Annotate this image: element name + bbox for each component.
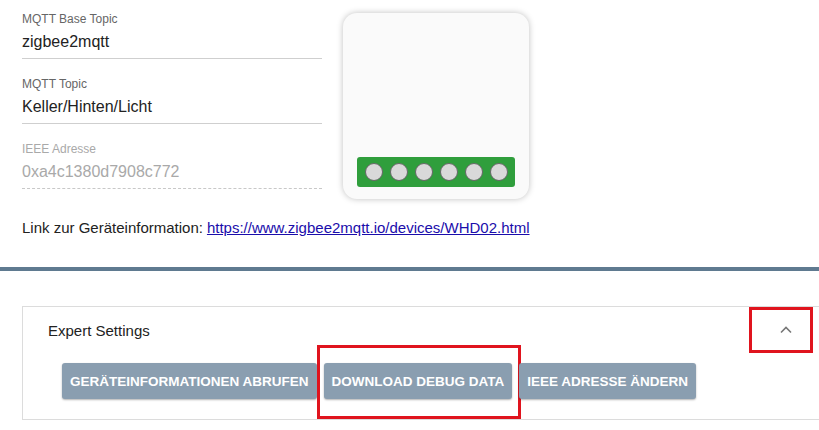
button-wrapper: IEEE ADRESSE ÄNDERN — [519, 363, 696, 399]
field-value: Keller/Hinten/Licht — [22, 97, 322, 117]
device-info-label: Link zur Geräteinformation: — [22, 219, 203, 236]
field-label: IEEE Adresse — [22, 142, 322, 156]
screw-icon — [365, 163, 383, 181]
field-value: 0xa4c1380d7908c772 — [22, 162, 322, 182]
device-info-link[interactable]: https://www.zigbee2mqtt.io/devices/WHD02… — [207, 219, 530, 236]
screw-icon — [440, 163, 458, 181]
device-info-line: Link zur Geräteinformation:https://www.z… — [0, 218, 819, 238]
field-list: MQTT Base Topic zigbee2mqtt MQTT Topic Kell… — [22, 0, 322, 189]
field-label: MQTT Topic — [22, 77, 322, 91]
expert-button[interactable]: IEEE ADRESSE ÄNDERN — [519, 363, 696, 399]
expert-button-row: GERÄTEINFORMATIONEN ABRUFENDOWNLOAD DEBU… — [23, 353, 819, 419]
button-wrapper: DOWNLOAD DEBUG DATA — [324, 363, 513, 399]
collapse-toggle[interactable] — [773, 317, 799, 343]
button-wrapper: GERÄTEINFORMATIONEN ABRUFEN — [62, 363, 317, 399]
section-divider — [0, 267, 819, 271]
device-image — [336, 6, 536, 206]
field-value: zigbee2mqtt — [22, 32, 322, 52]
field-label: MQTT Base Topic — [22, 12, 322, 26]
text-field: IEEE Adresse 0xa4c1380d7908c772 — [22, 142, 322, 189]
screw-icon — [415, 163, 433, 181]
screw-icon — [465, 163, 483, 181]
expert-button[interactable]: GERÄTEINFORMATIONEN ABRUFEN — [62, 363, 317, 399]
screw-icon — [390, 163, 408, 181]
text-field[interactable]: MQTT Topic Keller/Hinten/Licht — [22, 77, 322, 124]
device-settings-page: MQTT Base Topic zigbee2mqtt MQTT Topic Kell… — [0, 0, 819, 430]
highlight-box — [749, 307, 813, 353]
device-top-section: MQTT Base Topic zigbee2mqtt MQTT Topic Kell… — [0, 0, 819, 206]
expert-button[interactable]: DOWNLOAD DEBUG DATA — [324, 363, 513, 399]
text-field[interactable]: MQTT Base Topic zigbee2mqtt — [22, 12, 322, 59]
terminal-strip — [357, 157, 515, 187]
chevron-up-icon — [779, 323, 793, 337]
expert-settings-title: Expert Settings — [48, 322, 150, 339]
screw-icon — [490, 163, 508, 181]
highlight-box — [317, 345, 522, 419]
expert-settings-header[interactable]: Expert Settings — [23, 307, 819, 353]
expert-settings-panel: Expert Settings GERÄTEINFORMATIONEN ABRUF… — [22, 306, 819, 420]
device-body — [343, 13, 529, 199]
